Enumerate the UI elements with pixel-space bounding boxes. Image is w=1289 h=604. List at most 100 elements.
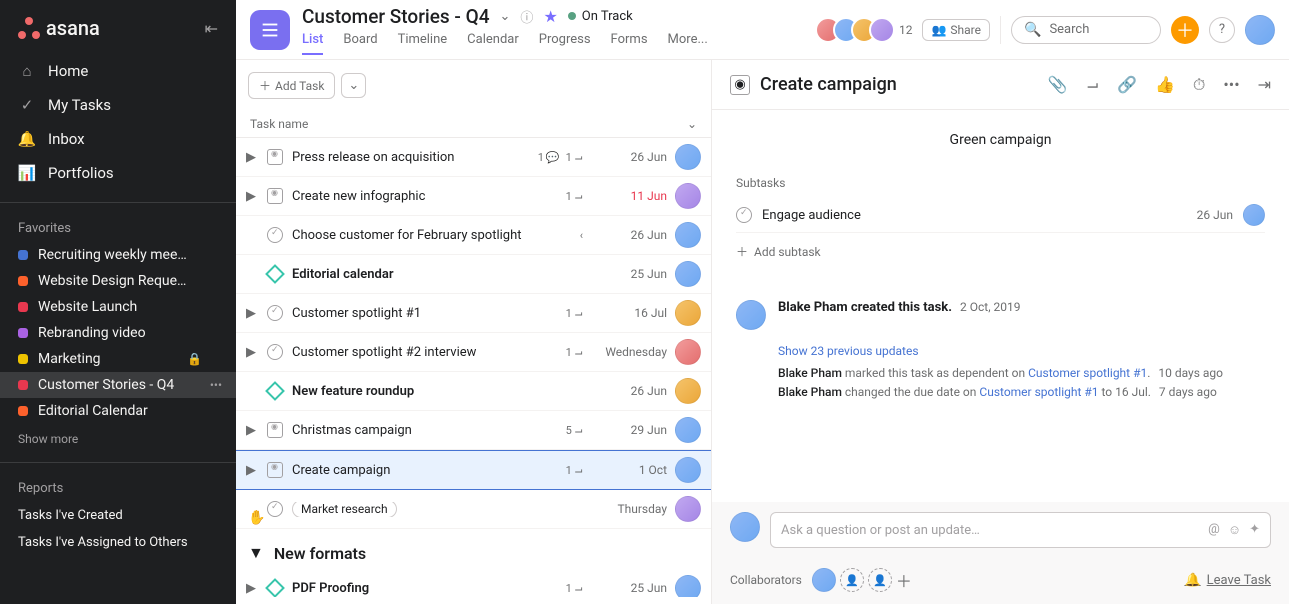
- nav-portfolios[interactable]: 📊Portfolios: [0, 156, 236, 190]
- section-header[interactable]: ▼ New formats: [236, 529, 711, 569]
- favorite-website-design[interactable]: Website Design Reque…: [0, 268, 236, 294]
- expand-icon[interactable]: ▶: [246, 189, 258, 204]
- attachment-icon[interactable]: 📎: [1048, 75, 1068, 95]
- status-pill[interactable]: On Track: [568, 9, 633, 24]
- assignee-avatar[interactable]: [675, 183, 701, 209]
- report-tasks-assigned[interactable]: Tasks I've Assigned to Others: [0, 529, 236, 556]
- share-button[interactable]: 👥Share: [922, 19, 990, 41]
- milestone-icon[interactable]: [266, 382, 284, 400]
- assignee-avatar[interactable]: [675, 222, 701, 248]
- complete-circle-icon[interactable]: [736, 207, 752, 223]
- assignee-avatar[interactable]: [675, 300, 701, 326]
- chevron-down-icon[interactable]: ⌄: [500, 9, 511, 24]
- favorite-editorial[interactable]: Editorial Calendar: [0, 398, 236, 424]
- info-icon[interactable]: ⓘ: [520, 7, 533, 26]
- approval-icon[interactable]: [266, 187, 284, 205]
- task-row[interactable]: ▶ Market research Thursday: [236, 490, 711, 529]
- nav-inbox[interactable]: 🔔Inbox: [0, 122, 236, 156]
- assignee-avatar[interactable]: [675, 261, 701, 287]
- collaborator-avatar[interactable]: [812, 568, 836, 592]
- comment-input[interactable]: Ask a question or post an update… @☺✦: [770, 512, 1271, 548]
- star-icon[interactable]: ✦: [1249, 522, 1260, 538]
- close-pane-icon[interactable]: ⇥: [1258, 75, 1271, 95]
- help-button[interactable]: ?: [1209, 17, 1235, 43]
- member-stack[interactable]: 12: [823, 17, 913, 43]
- expand-icon[interactable]: ▶: [246, 581, 258, 596]
- star-icon[interactable]: ★: [543, 7, 557, 26]
- assignee-avatar[interactable]: [675, 575, 701, 597]
- expand-icon[interactable]: ▶: [246, 423, 258, 438]
- favorite-rebranding[interactable]: Rebranding video: [0, 320, 236, 346]
- expand-icon[interactable]: ▶: [246, 463, 258, 478]
- me-avatar[interactable]: [1245, 15, 1275, 45]
- add-task-button[interactable]: ＋Add Task: [248, 72, 335, 99]
- assignee-avatar[interactable]: [675, 457, 701, 483]
- nav-home[interactable]: ⌂Home: [0, 54, 236, 88]
- add-collaborator-placeholder[interactable]: 👤: [840, 568, 864, 592]
- report-tasks-created[interactable]: Tasks I've Created: [0, 502, 236, 529]
- milestone-row[interactable]: ▶ PDF Proofing 1 25 Jun: [236, 569, 711, 597]
- mention-icon[interactable]: @: [1208, 522, 1220, 538]
- column-task-name[interactable]: Task name: [250, 117, 308, 131]
- leave-task-button[interactable]: 🔔Leave Task: [1184, 573, 1271, 588]
- expand-icon[interactable]: ▶: [246, 345, 258, 360]
- favorite-recruiting[interactable]: Recruiting weekly mee…: [0, 242, 236, 268]
- assignee-avatar[interactable]: [675, 496, 701, 522]
- quick-add-button[interactable]: ＋: [1171, 16, 1199, 44]
- search-input[interactable]: 🔍Search: [1011, 16, 1161, 44]
- task-link[interactable]: Customer spotlight #1: [979, 385, 1098, 399]
- expand-icon[interactable]: ▶: [246, 150, 258, 165]
- favorite-marketing[interactable]: Marketing🔒: [0, 346, 236, 372]
- emoji-icon[interactable]: ☺: [1228, 522, 1241, 538]
- tab-board[interactable]: Board: [343, 32, 377, 55]
- tab-list[interactable]: List: [302, 32, 323, 55]
- show-more-link[interactable]: Show more: [0, 424, 236, 454]
- project-title[interactable]: Customer Stories - Q4: [302, 5, 490, 28]
- approval-icon[interactable]: [266, 421, 284, 439]
- show-previous-link[interactable]: Show 23 previous updates: [778, 344, 1265, 358]
- favorite-customer-stories[interactable]: Customer Stories - Q4•••: [0, 372, 236, 398]
- detail-title[interactable]: Create campaign: [760, 74, 1048, 95]
- milestone-icon[interactable]: [266, 579, 284, 597]
- complete-circle-icon[interactable]: [266, 304, 284, 322]
- milestone-icon[interactable]: [266, 265, 284, 283]
- task-row[interactable]: ▶ Customer spotlight #2 interview 1 Wedn…: [236, 333, 711, 372]
- approval-icon[interactable]: ◉: [730, 75, 750, 95]
- add-task-dropdown[interactable]: ⌄: [341, 73, 366, 98]
- approval-icon[interactable]: [266, 461, 284, 479]
- chevron-down-icon[interactable]: ⌄: [687, 117, 697, 131]
- assignee-avatar[interactable]: [1243, 204, 1265, 226]
- task-row[interactable]: ▶ Christmas campaign 5 29 Jun: [236, 411, 711, 450]
- assignee-avatar[interactable]: [675, 144, 701, 170]
- collapse-section-icon[interactable]: ▼: [248, 543, 264, 563]
- tab-calendar[interactable]: Calendar: [467, 32, 519, 55]
- task-row[interactable]: ▶ Choose customer for February spotlight…: [236, 216, 711, 255]
- link-icon[interactable]: 🔗: [1117, 75, 1137, 95]
- assignee-avatar[interactable]: [675, 417, 701, 443]
- task-link[interactable]: Customer spotlight #1: [1028, 366, 1147, 380]
- tab-forms[interactable]: Forms: [611, 32, 648, 55]
- milestone-row[interactable]: ▶ Editorial calendar 25 Jun: [236, 255, 711, 294]
- tab-progress[interactable]: Progress: [539, 32, 591, 55]
- tab-more[interactable]: More...: [668, 32, 708, 55]
- logo[interactable]: asana: [18, 16, 100, 40]
- assignee-avatar[interactable]: [675, 378, 701, 404]
- approval-icon[interactable]: [266, 148, 284, 166]
- complete-circle-icon[interactable]: [266, 500, 284, 518]
- milestone-row[interactable]: ▶ New feature roundup 26 Jun: [236, 372, 711, 411]
- timer-icon[interactable]: ⏱: [1193, 75, 1205, 95]
- project-list-icon[interactable]: [250, 10, 290, 50]
- collapse-sidebar-icon[interactable]: ⇤: [205, 19, 218, 38]
- more-icon[interactable]: •••: [210, 378, 222, 392]
- like-icon[interactable]: 👍: [1155, 75, 1175, 95]
- subtask-row[interactable]: Engage audience 26 Jun: [736, 198, 1265, 233]
- task-row[interactable]: ▶ Create new infographic 1 11 Jun: [236, 177, 711, 216]
- favorite-website-launch[interactable]: Website Launch: [0, 294, 236, 320]
- subtask-icon[interactable]: [1086, 75, 1099, 95]
- task-row[interactable]: ▶ Customer spotlight #1 1 16 Jul: [236, 294, 711, 333]
- task-row[interactable]: ▶ Press release on acquisition 1💬1 26 Ju…: [236, 138, 711, 177]
- task-row-selected[interactable]: ▶ Create campaign 1 1 Oct: [236, 450, 711, 490]
- task-description[interactable]: Green campaign: [736, 132, 1265, 148]
- complete-circle-icon[interactable]: [266, 343, 284, 361]
- tab-timeline[interactable]: Timeline: [398, 32, 448, 55]
